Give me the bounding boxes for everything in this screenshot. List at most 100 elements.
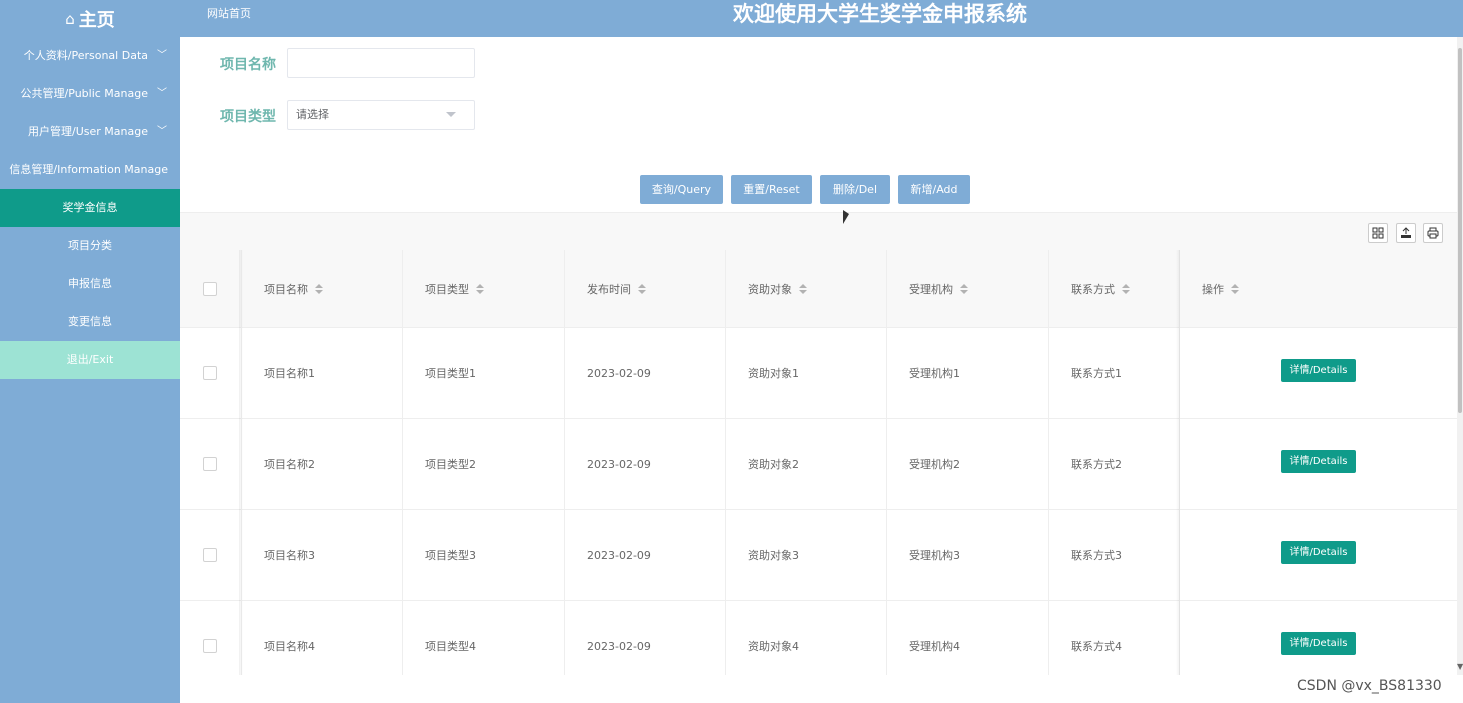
sidebar-item-label: 项目分类	[68, 239, 112, 252]
reset-button[interactable]: 重置/Reset	[731, 175, 812, 204]
sidebar-item-label: 公共管理/Public Manage	[20, 87, 148, 100]
sort-icon[interactable]	[799, 283, 807, 294]
sidebar-item-application-info[interactable]: 申报信息	[0, 265, 180, 303]
column-header-label: 项目类型	[425, 282, 469, 296]
sidebar-item-label: 个人资料/Personal Data	[23, 49, 148, 62]
table-row: 项目名称4 项目类型4 2023-02-09 资助对象4 受理机构4 联系方式4…	[180, 601, 1457, 675]
project-name-input[interactable]	[287, 48, 475, 78]
export-icon[interactable]	[1396, 223, 1416, 243]
sidebar-item-scholarship-info[interactable]: 奖学金信息	[0, 189, 180, 227]
sidebar-item-user-manage[interactable]: 用户管理/User Manage ﹀	[0, 113, 180, 151]
column-header-label: 联系方式	[1071, 282, 1115, 296]
details-button[interactable]: 详情/Details	[1281, 449, 1356, 473]
cell-publish-time: 2023-02-09	[565, 419, 726, 509]
cell-name: 项目名称4	[242, 601, 403, 675]
cell-publish-time: 2023-02-09	[565, 328, 726, 418]
chevron-down-icon: ﹀	[157, 50, 167, 61]
column-header-label: 操作	[1202, 282, 1224, 296]
chevron-down-icon: ﹀	[157, 88, 167, 99]
sidebar-item-personal-data[interactable]: 个人资料/Personal Data ﹀	[0, 37, 180, 75]
table-row: 项目名称1 项目类型1 2023-02-09 资助对象1 受理机构1 联系方式1…	[180, 328, 1457, 419]
cell-actions: 详情/Details	[1180, 510, 1457, 600]
site-home-link[interactable]: 网站首页	[207, 0, 251, 28]
sort-icon[interactable]	[1231, 283, 1239, 294]
data-table: 项目名称 项目类型 发布时间 资助对象 受理机构 联系方式 操作 项目名称1 项…	[180, 250, 1457, 675]
cell-contact: 联系方式3	[1049, 510, 1180, 600]
details-button[interactable]: 详情/Details	[1281, 358, 1356, 382]
column-header-funding-target[interactable]: 资助对象	[726, 250, 887, 327]
home-link[interactable]: ⌂ 主页	[0, 0, 180, 37]
print-icon[interactable]	[1423, 223, 1443, 243]
cell-type: 项目类型3	[403, 510, 565, 600]
sidebar-item-information-manage[interactable]: 信息管理/Information Manage	[0, 151, 180, 189]
details-button[interactable]: 详情/Details	[1281, 540, 1356, 564]
cell-actions: 详情/Details	[1180, 601, 1457, 675]
column-header-name[interactable]: 项目名称	[242, 250, 403, 327]
delete-button[interactable]: 删除/Del	[820, 175, 890, 204]
cell-funding-target: 资助对象4	[726, 601, 887, 675]
select-all-checkbox[interactable]	[203, 281, 217, 296]
cell-actions: 详情/Details	[1180, 328, 1457, 418]
query-button[interactable]: 查询/Query	[640, 175, 723, 204]
caret-down-icon	[446, 112, 456, 117]
row-checkbox[interactable]	[203, 366, 217, 380]
row-checkbox[interactable]	[203, 457, 217, 471]
scrollbar-thumb[interactable]	[1458, 48, 1462, 413]
top-bar: ⌂ 主页 网站首页 欢迎使用大学生奖学金申报系统	[0, 0, 1463, 37]
row-select-cell	[180, 328, 242, 418]
cell-name: 项目名称1	[242, 328, 403, 418]
column-header-label: 受理机构	[909, 282, 953, 296]
cell-funding-target: 资助对象3	[726, 510, 887, 600]
table-row: 项目名称3 项目类型3 2023-02-09 资助对象3 受理机构3 联系方式3…	[180, 510, 1457, 601]
project-type-select[interactable]: 请选择	[287, 100, 475, 130]
project-name-label: 项目名称	[220, 57, 276, 73]
cell-funding-target: 资助对象1	[726, 328, 887, 418]
sidebar-item-project-category[interactable]: 项目分类	[0, 227, 180, 265]
watermark: CSDN @vx_BS81330	[1297, 678, 1442, 694]
table-toolbar	[180, 212, 1457, 250]
column-header-actions[interactable]: 操作	[1180, 250, 1457, 327]
sidebar-item-label: 奖学金信息	[62, 201, 118, 214]
home-label: 主页	[78, 9, 115, 31]
columns-icon[interactable]	[1368, 223, 1388, 243]
home-icon: ⌂	[65, 9, 75, 28]
row-select-cell	[180, 601, 242, 675]
row-select-cell	[180, 419, 242, 509]
details-button[interactable]: 详情/Details	[1281, 631, 1356, 655]
page-title: 欢迎使用大学生奖学金申报系统	[733, 2, 1027, 26]
column-header-contact[interactable]: 联系方式	[1049, 250, 1180, 327]
column-header-agency[interactable]: 受理机构	[887, 250, 1049, 327]
cell-funding-target: 资助对象2	[726, 419, 887, 509]
row-checkbox[interactable]	[203, 639, 217, 653]
sidebar-item-label: 用户管理/User Manage	[28, 125, 148, 138]
fixed-column-shadow	[1176, 250, 1180, 675]
add-button[interactable]: 新增/Add	[898, 175, 970, 204]
sort-icon[interactable]	[638, 283, 646, 294]
cell-contact: 联系方式2	[1049, 419, 1180, 509]
cell-type: 项目类型1	[403, 328, 565, 418]
sort-icon[interactable]	[1122, 283, 1130, 294]
sidebar-item-exit[interactable]: 退出/Exit	[0, 341, 180, 379]
sidebar-item-public-manage[interactable]: 公共管理/Public Manage ﹀	[0, 75, 180, 113]
column-header-publish-time[interactable]: 发布时间	[565, 250, 726, 327]
column-header-label: 发布时间	[587, 282, 631, 296]
sidebar-item-change-info[interactable]: 变更信息	[0, 303, 180, 341]
project-type-label: 项目类型	[220, 109, 276, 125]
column-header-label: 项目名称	[264, 282, 308, 296]
sidebar-item-label: 信息管理/Information Manage	[9, 163, 168, 176]
sidebar: 个人资料/Personal Data ﹀ 公共管理/Public Manage …	[0, 37, 180, 703]
sort-icon[interactable]	[960, 283, 968, 294]
cell-actions: 详情/Details	[1180, 419, 1457, 509]
chevron-down-icon: ﹀	[157, 126, 167, 137]
sort-icon[interactable]	[315, 283, 323, 294]
column-header-type[interactable]: 项目类型	[403, 250, 565, 327]
fixed-column-shadow	[239, 250, 243, 675]
cell-name: 项目名称3	[242, 510, 403, 600]
cell-agency: 受理机构1	[887, 328, 1049, 418]
cell-type: 项目类型4	[403, 601, 565, 675]
row-checkbox[interactable]	[203, 548, 217, 562]
sort-icon[interactable]	[476, 283, 484, 294]
scroll-down-icon[interactable]: ▼	[1457, 662, 1463, 671]
sidebar-item-label: 退出/Exit	[66, 353, 114, 366]
table-header: 项目名称 项目类型 发布时间 资助对象 受理机构 联系方式 操作	[180, 250, 1457, 328]
